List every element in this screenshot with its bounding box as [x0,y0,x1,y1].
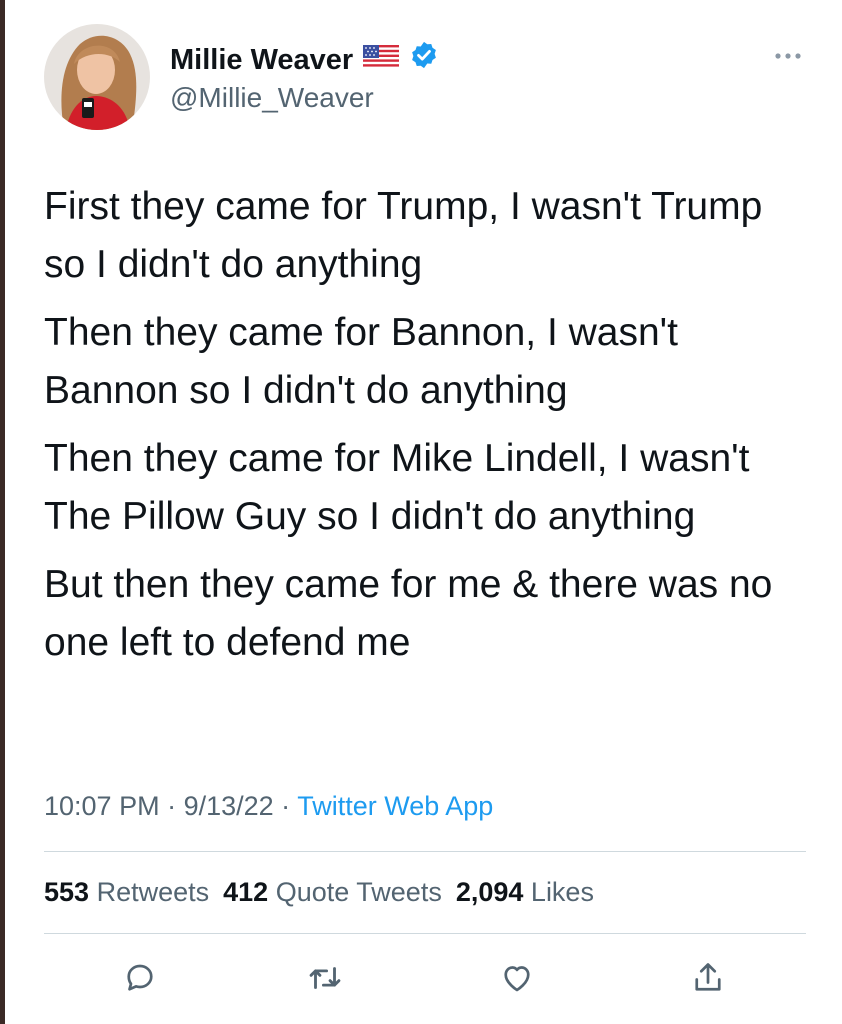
tweet-paragraph: Then they came for Mike Lindell, I wasn'… [44,437,750,538]
tweet-time[interactable]: 10:07 PM [44,791,160,821]
meta-separator: · [159,791,184,821]
author-handle[interactable]: @Millie_Weaver [170,80,374,116]
reply-icon[interactable] [120,958,160,998]
divider [44,933,806,934]
tweet-meta: 10:07 PM · 9/13/22 · Twitter Web App [44,786,493,826]
likes-stat[interactable]: 2,094 Likes [456,877,594,907]
quote-tweets-count: 412 [223,877,269,907]
avatar[interactable] [44,24,150,130]
quote-tweets-label: Quote Tweets [275,877,442,907]
meta-separator: · [273,791,298,821]
retweets-stat[interactable]: 553 Retweets [44,877,209,907]
tweet-date[interactable]: 9/13/22 [184,791,274,821]
tweet-paragraph: First they came for Trump, I wasn't Trum… [44,185,763,286]
tweet-paragraph: But then they came for me & there was no… [44,563,773,664]
tweet-text: First they came for Trump, I wasn't Trum… [44,178,814,682]
more-options-icon[interactable] [770,44,806,68]
quote-tweets-stat[interactable]: 412 Quote Tweets [223,877,442,907]
us-flag-icon [363,42,400,78]
divider [44,851,806,852]
like-icon[interactable] [497,958,537,998]
retweets-count: 553 [44,877,90,907]
verified-badge-icon [409,40,439,79]
tweet-paragraph: Then they came for Bannon, I wasn't Bann… [44,311,678,412]
left-edge [0,0,5,1024]
engagement-stats: 553 Retweets 412 Quote Tweets 2,094 Likes [44,872,608,912]
likes-label: Likes [530,877,594,907]
likes-count: 2,094 [455,877,524,907]
retweets-label: Retweets [96,877,210,907]
retweet-icon[interactable] [305,958,345,998]
display-name[interactable]: Millie Weaver [170,42,353,78]
share-icon[interactable] [688,958,728,998]
author-name-row[interactable]: Millie Weaver [170,40,439,79]
source-app-link[interactable]: Twitter Web App [297,791,493,821]
